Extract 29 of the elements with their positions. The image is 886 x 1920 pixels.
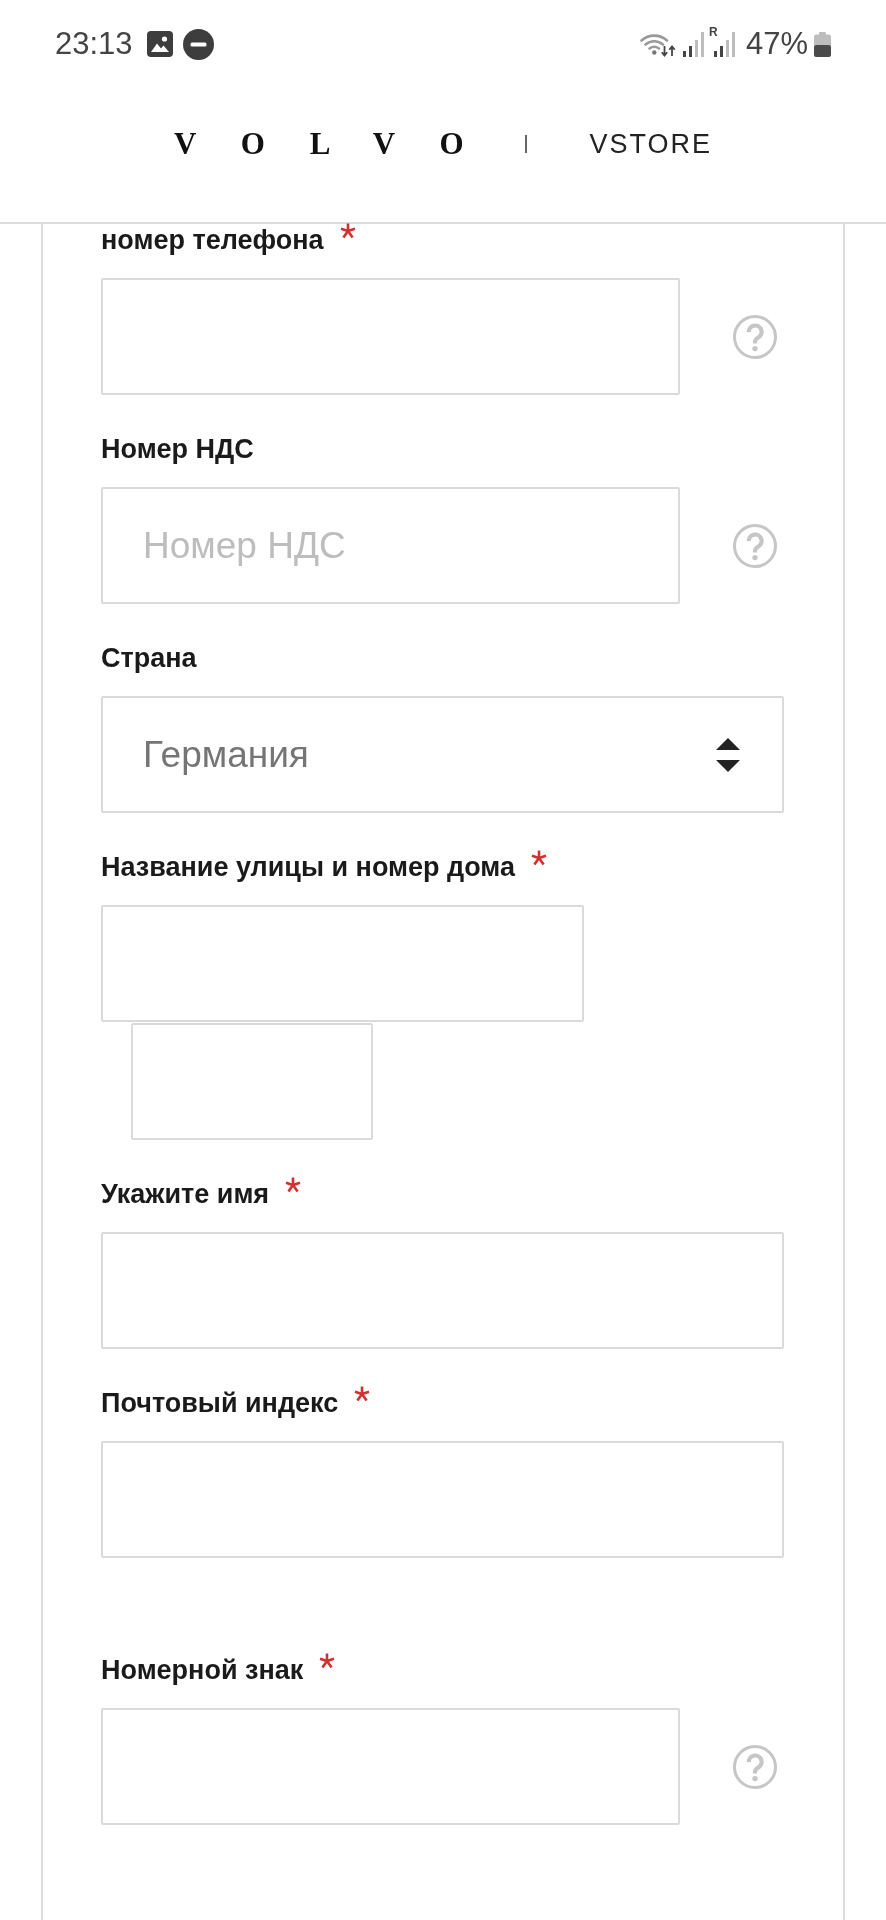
input-field[interactable] — [101, 1441, 784, 1558]
field-label: Укажите имя — [101, 1180, 270, 1208]
sort-arrows-icon — [716, 737, 740, 772]
signal-icon — [682, 31, 705, 57]
house-number-input-field[interactable] — [131, 1023, 373, 1140]
wifi-icon — [639, 31, 677, 57]
field-label: Страна — [101, 644, 197, 672]
help-icon[interactable] — [733, 314, 777, 359]
battery-icon — [814, 31, 831, 57]
field-label: Номер НДС — [101, 435, 254, 463]
input-field[interactable] — [101, 1232, 784, 1349]
brand-wordmark: VOLVO — [173, 127, 509, 161]
field-label: номер телефона — [101, 226, 324, 254]
help-icon[interactable] — [733, 1744, 777, 1789]
input-field[interactable] — [101, 278, 680, 395]
field-label: Почтовый индекс — [101, 1389, 339, 1417]
field-label: Номерной знак — [101, 1656, 304, 1684]
input-field[interactable]: Номер НДС — [101, 487, 680, 604]
minus-circle-icon — [182, 28, 214, 60]
country-select[interactable]: Германия — [101, 696, 784, 813]
battery-percent: 47% — [745, 26, 808, 62]
street-input-field[interactable] — [101, 905, 584, 1022]
image-icon — [146, 31, 173, 57]
field-label: Название улицы и номер дома — [101, 853, 515, 881]
store-name: VSTORE — [589, 128, 713, 160]
roaming-indicator: R — [708, 25, 718, 39]
clock-time: 23:13 — [55, 26, 133, 62]
help-icon[interactable] — [733, 523, 777, 568]
input-field[interactable] — [101, 1708, 680, 1825]
